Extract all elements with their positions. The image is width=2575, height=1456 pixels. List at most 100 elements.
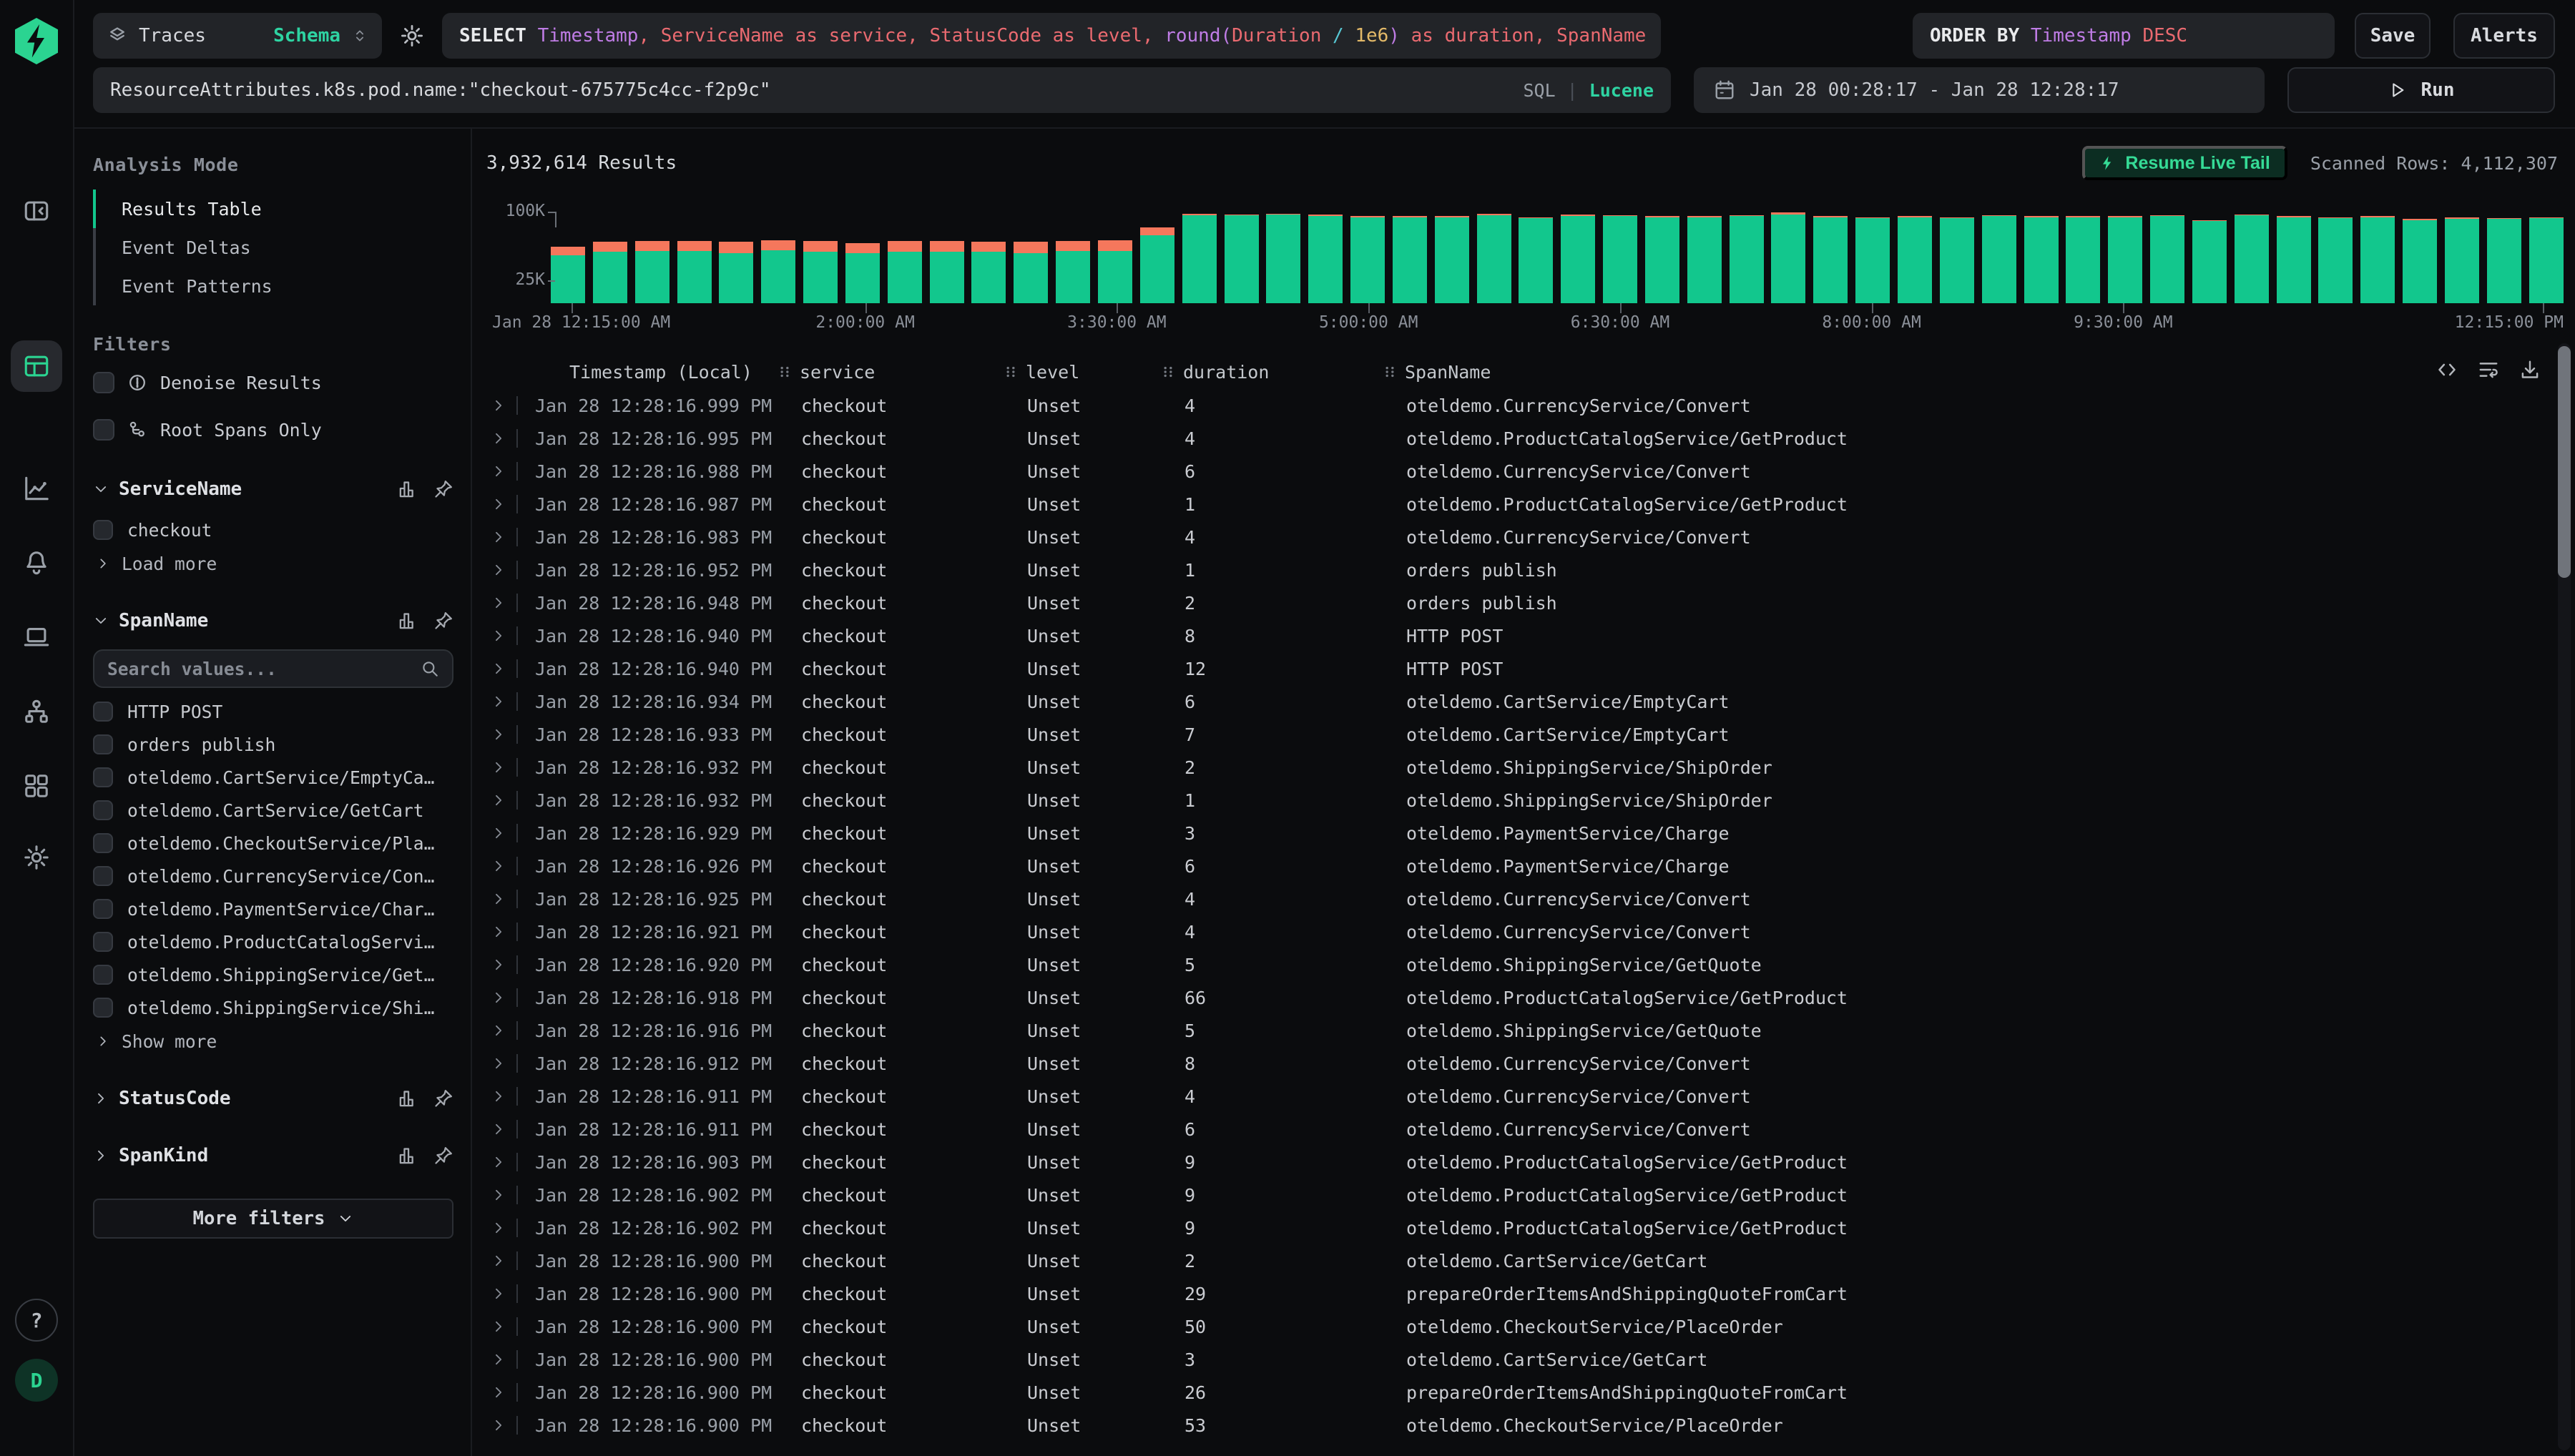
- orderby-clause-editor[interactable]: ORDER BY Timestamp DESC: [1913, 13, 2335, 59]
- table-row[interactable]: Jan 28 12:28:16.988 PMcheckoutUnset6otel…: [486, 455, 2564, 488]
- histogram-bar[interactable]: [1771, 212, 1805, 303]
- histogram-bar[interactable]: [1519, 217, 1553, 303]
- row-expander[interactable]: [486, 1251, 535, 1270]
- histogram-bar[interactable]: [2024, 216, 2059, 303]
- checkbox[interactable]: [93, 520, 113, 540]
- row-expander[interactable]: [486, 1317, 535, 1336]
- analysis-mode-event-deltas[interactable]: Event Deltas: [96, 228, 453, 267]
- code-icon[interactable]: [2436, 359, 2458, 380]
- date-range-picker[interactable]: Jan 28 00:28:17 - Jan 28 12:28:17: [1694, 67, 2265, 113]
- bar-chart-icon[interactable]: [398, 611, 418, 631]
- table-row[interactable]: Jan 28 12:28:16.940 PMcheckoutUnset12HTT…: [486, 652, 2564, 685]
- histogram-bar[interactable]: [1182, 214, 1217, 303]
- histogram-bar[interactable]: [2192, 220, 2227, 303]
- histogram-bar[interactable]: [2487, 218, 2521, 303]
- histogram-bar[interactable]: [1350, 216, 1385, 303]
- histogram-bar[interactable]: [1266, 214, 1300, 303]
- table-row[interactable]: Jan 28 12:28:16.952 PMcheckoutUnset1orde…: [486, 554, 2564, 586]
- histogram-bar[interactable]: [1813, 216, 1848, 303]
- pin-icon[interactable]: [433, 1146, 453, 1166]
- more-filters-button[interactable]: More filters: [93, 1199, 453, 1239]
- histogram-bar[interactable]: [1477, 214, 1511, 303]
- checkbox[interactable]: [93, 767, 113, 787]
- histogram-bar[interactable]: [1603, 215, 1637, 303]
- schema-select[interactable]: Schema: [273, 25, 340, 46]
- row-expander[interactable]: [486, 495, 535, 513]
- histogram-bar[interactable]: [888, 241, 922, 303]
- histogram-bar[interactable]: [1140, 227, 1174, 303]
- row-expander[interactable]: [486, 659, 535, 678]
- table-row[interactable]: Jan 28 12:28:16.933 PMcheckoutUnset7otel…: [486, 718, 2564, 751]
- row-expander[interactable]: [486, 1153, 535, 1171]
- row-expander[interactable]: [486, 791, 535, 810]
- analysis-mode-event-patterns[interactable]: Event Patterns: [96, 267, 453, 305]
- rail-item-client-sessions[interactable]: [23, 624, 50, 651]
- row-expander[interactable]: [486, 1383, 535, 1402]
- checkbox[interactable]: [93, 998, 113, 1018]
- histogram-bar[interactable]: [593, 242, 627, 303]
- histogram-bar[interactable]: [2360, 216, 2395, 303]
- row-expander[interactable]: [486, 923, 535, 941]
- filter-value[interactable]: oteldemo.ShippingService/Shi…: [93, 991, 453, 1024]
- filter-value[interactable]: orders publish: [93, 728, 453, 761]
- checkbox[interactable]: [93, 932, 113, 952]
- row-expander[interactable]: [486, 1054, 535, 1073]
- histogram-bar[interactable]: [2445, 217, 2479, 303]
- histogram-bar[interactable]: [2150, 215, 2184, 303]
- pin-icon[interactable]: [433, 611, 453, 631]
- row-expander[interactable]: [486, 857, 535, 875]
- table-row[interactable]: Jan 28 12:28:16.934 PMcheckoutUnset6otel…: [486, 685, 2564, 718]
- row-expander[interactable]: [486, 988, 535, 1007]
- table-row[interactable]: Jan 28 12:28:16.902 PMcheckoutUnset9otel…: [486, 1179, 2564, 1211]
- histogram-bar[interactable]: [845, 243, 880, 303]
- table-row[interactable]: Jan 28 12:28:16.900 PMcheckoutUnset53ote…: [486, 1409, 2564, 1442]
- row-expander[interactable]: [486, 594, 535, 612]
- show-more-link[interactable]: Show more: [93, 1024, 453, 1058]
- histogram-bar[interactable]: [930, 241, 964, 303]
- checkbox[interactable]: [93, 899, 113, 919]
- table-row[interactable]: Jan 28 12:28:16.925 PMcheckoutUnset4otel…: [486, 882, 2564, 915]
- table-row[interactable]: Jan 28 12:28:16.932 PMcheckoutUnset2otel…: [486, 751, 2564, 784]
- download-icon[interactable]: [2519, 359, 2541, 380]
- rail-item-alerts[interactable]: [23, 549, 50, 576]
- table-row[interactable]: Jan 28 12:28:16.900 PMcheckoutUnset2otel…: [486, 1244, 2564, 1277]
- checkbox[interactable]: [93, 734, 113, 754]
- filter-value[interactable]: oteldemo.PaymentService/Char…: [93, 892, 453, 925]
- histogram-bar[interactable]: [2403, 219, 2437, 303]
- pin-icon[interactable]: [433, 1088, 453, 1108]
- source-settings-button[interactable]: [393, 13, 431, 59]
- row-expander[interactable]: [486, 1087, 535, 1106]
- rail-item-service-map[interactable]: [23, 698, 50, 725]
- row-expander[interactable]: [486, 396, 535, 415]
- row-expander[interactable]: [486, 824, 535, 842]
- source-select[interactable]: Traces Schema: [93, 13, 382, 59]
- filter-value[interactable]: oteldemo.CartService/GetCart: [93, 794, 453, 827]
- filter-group-header[interactable]: StatusCode: [93, 1081, 453, 1116]
- histogram-bar[interactable]: [677, 241, 712, 303]
- help-button[interactable]: ?: [15, 1299, 58, 1342]
- row-expander[interactable]: [486, 429, 535, 448]
- histogram-bar[interactable]: [2277, 216, 2311, 303]
- rail-item-chart-explorer[interactable]: [23, 475, 50, 502]
- table-row[interactable]: Jan 28 12:28:16.900 PMcheckoutUnset3otel…: [486, 1343, 2564, 1376]
- column-header-level[interactable]: level: [1004, 362, 1162, 383]
- row-expander[interactable]: [486, 955, 535, 974]
- row-expander[interactable]: [486, 462, 535, 481]
- column-header-spanname[interactable]: SpanName: [1383, 362, 2564, 383]
- load-more-link[interactable]: Load more: [93, 546, 453, 581]
- histogram-bar[interactable]: [2318, 217, 2353, 303]
- row-expander[interactable]: [486, 890, 535, 908]
- histogram-bar[interactable]: [1393, 216, 1427, 303]
- user-avatar[interactable]: D: [15, 1359, 58, 1402]
- column-header-duration[interactable]: duration: [1162, 362, 1383, 383]
- table-scrollbar[interactable]: [2558, 343, 2571, 1450]
- rail-item-search-explorer[interactable]: [11, 340, 62, 392]
- filter-value[interactable]: oteldemo.CurrencyService/Con…: [93, 860, 453, 892]
- checkbox[interactable]: [93, 800, 113, 820]
- table-row[interactable]: Jan 28 12:28:16.918 PMcheckoutUnset66ote…: [486, 981, 2564, 1014]
- table-row[interactable]: Jan 28 12:28:16.916 PMcheckoutUnset5otel…: [486, 1014, 2564, 1047]
- table-row[interactable]: Jan 28 12:28:16.948 PMcheckoutUnset2orde…: [486, 586, 2564, 619]
- bar-chart-icon[interactable]: [398, 1088, 418, 1108]
- scrollbar-thumb[interactable]: [2558, 346, 2571, 578]
- alerts-button[interactable]: Alerts: [2453, 13, 2555, 59]
